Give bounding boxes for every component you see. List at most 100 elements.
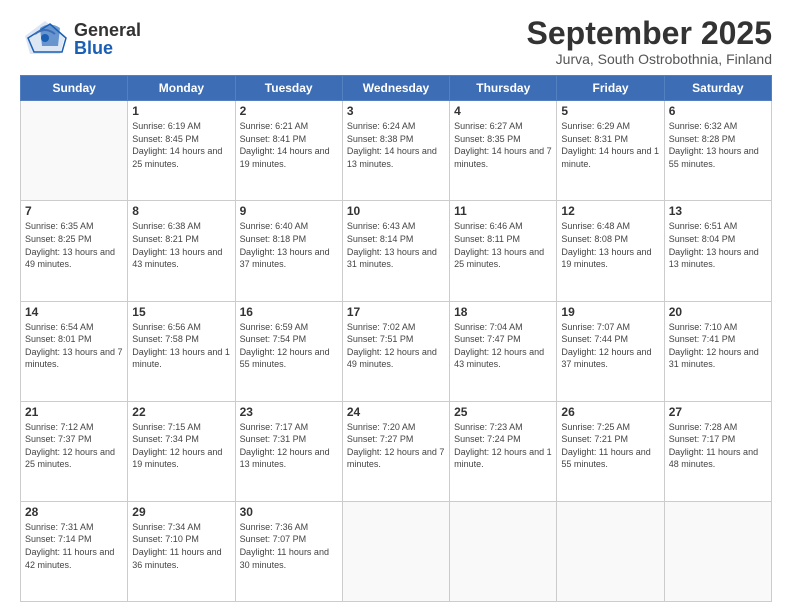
- month-title: September 2025: [527, 16, 772, 51]
- table-row: 29 Sunrise: 7:34 AM Sunset: 7:10 PM Dayli…: [128, 501, 235, 601]
- day-number: 21: [25, 405, 123, 419]
- day-number: 30: [240, 505, 338, 519]
- table-row: 8Sunrise: 6:38 AM Sunset: 8:21 PM Daylig…: [128, 201, 235, 301]
- day-info: Sunrise: 6:29 AM Sunset: 8:31 PM Dayligh…: [561, 120, 659, 170]
- day-info: Sunrise: 6:32 AM Sunset: 8:28 PM Dayligh…: [669, 120, 767, 170]
- day-info: Sunrise: 6:19 AM Sunset: 8:45 PM Dayligh…: [132, 120, 230, 170]
- calendar-week-row: 28Sunrise: 7:31 AM Sunset: 7:14 PM Dayli…: [21, 501, 772, 601]
- day-number: 25: [454, 405, 552, 419]
- day-info: Sunrise: 7:25 AM Sunset: 7:21 PM Dayligh…: [561, 421, 659, 471]
- day-number: 7: [25, 204, 123, 218]
- day-info: Sunrise: 7:34 AM Sunset: 7:10 PM Dayligh…: [132, 521, 230, 571]
- logo-general-text: General: [74, 21, 141, 39]
- day-number: 14: [25, 305, 123, 319]
- day-info: Sunrise: 6:51 AM Sunset: 8:04 PM Dayligh…: [669, 220, 767, 270]
- day-info: Sunrise: 7:23 AM Sunset: 7:24 PM Dayligh…: [454, 421, 552, 471]
- day-number: 26: [561, 405, 659, 419]
- day-info: Sunrise: 6:35 AM Sunset: 8:25 PM Dayligh…: [25, 220, 123, 270]
- calendar-table: Sunday Monday Tuesday Wednesday Thursday…: [20, 75, 772, 602]
- logo-text: General Blue: [74, 21, 141, 57]
- day-info: Sunrise: 7:28 AM Sunset: 7:17 PM Dayligh…: [669, 421, 767, 471]
- day-number: 2: [240, 104, 338, 118]
- day-info: Sunrise: 7:07 AM Sunset: 7:44 PM Dayligh…: [561, 321, 659, 371]
- day-number: 1: [132, 104, 230, 118]
- col-sunday: Sunday: [21, 76, 128, 101]
- table-row: 12 Sunrise: 6:48 AM Sunset: 8:08 PM Dayli…: [557, 201, 664, 301]
- day-info: Sunrise: 7:12 AM Sunset: 7:37 PM Dayligh…: [25, 421, 123, 471]
- day-number: 3: [347, 104, 445, 118]
- table-row: 14 Sunrise: 6:54 AM Sunset: 8:01 PM Dayli…: [21, 301, 128, 401]
- table-row: 6 Sunrise: 6:32 AM Sunset: 8:28 PM Daylig…: [664, 101, 771, 201]
- day-info: Sunrise: 7:17 AM Sunset: 7:31 PM Dayligh…: [240, 421, 338, 471]
- calendar-week-row: 14 Sunrise: 6:54 AM Sunset: 8:01 PM Dayli…: [21, 301, 772, 401]
- table-row: 26 Sunrise: 7:25 AM Sunset: 7:21 PM Dayli…: [557, 401, 664, 501]
- calendar-week-row: 21 Sunrise: 7:12 AM Sunset: 7:37 PM Dayli…: [21, 401, 772, 501]
- table-row: 10 Sunrise: 6:43 AM Sunset: 8:14 PM Dayli…: [342, 201, 449, 301]
- day-number: 12: [561, 204, 659, 218]
- table-row: 1 Sunrise: 6:19 AM Sunset: 8:45 PM Daylig…: [128, 101, 235, 201]
- day-number: 15: [132, 305, 230, 319]
- col-thursday: Thursday: [450, 76, 557, 101]
- day-number: 13: [669, 204, 767, 218]
- table-row: 17Sunrise: 7:02 AM Sunset: 7:51 PM Dayli…: [342, 301, 449, 401]
- day-info: Sunrise: 6:21 AM Sunset: 8:41 PM Dayligh…: [240, 120, 338, 170]
- table-row: 2 Sunrise: 6:21 AM Sunset: 8:41 PM Daylig…: [235, 101, 342, 201]
- day-number: 24: [347, 405, 445, 419]
- day-number: 6: [669, 104, 767, 118]
- day-info: Sunrise: 7:20 AM Sunset: 7:27 PM Dayligh…: [347, 421, 445, 471]
- table-row: [664, 501, 771, 601]
- day-number: 29: [132, 505, 230, 519]
- col-monday: Monday: [128, 76, 235, 101]
- table-row: [450, 501, 557, 601]
- location-subtitle: Jurva, South Ostrobothnia, Finland: [527, 51, 772, 67]
- day-number: 27: [669, 405, 767, 419]
- table-row: 5Sunrise: 6:29 AM Sunset: 8:31 PM Daylig…: [557, 101, 664, 201]
- day-info: Sunrise: 6:46 AM Sunset: 8:11 PM Dayligh…: [454, 220, 552, 270]
- table-row: 24 Sunrise: 7:20 AM Sunset: 7:27 PM Dayli…: [342, 401, 449, 501]
- table-row: 25 Sunrise: 7:23 AM Sunset: 7:24 PM Dayli…: [450, 401, 557, 501]
- day-info: Sunrise: 6:40 AM Sunset: 8:18 PM Dayligh…: [240, 220, 338, 270]
- day-number: 17: [347, 305, 445, 319]
- day-number: 4: [454, 104, 552, 118]
- day-number: 23: [240, 405, 338, 419]
- col-saturday: Saturday: [664, 76, 771, 101]
- day-info: Sunrise: 7:15 AM Sunset: 7:34 PM Dayligh…: [132, 421, 230, 471]
- day-info: Sunrise: 7:10 AM Sunset: 7:41 PM Dayligh…: [669, 321, 767, 371]
- day-info: Sunrise: 7:04 AM Sunset: 7:47 PM Dayligh…: [454, 321, 552, 371]
- table-row: 30Sunrise: 7:36 AM Sunset: 7:07 PM Dayli…: [235, 501, 342, 601]
- day-info: Sunrise: 6:43 AM Sunset: 8:14 PM Dayligh…: [347, 220, 445, 270]
- table-row: 27 Sunrise: 7:28 AM Sunset: 7:17 PM Dayli…: [664, 401, 771, 501]
- logo-blue-text: Blue: [74, 39, 141, 57]
- table-row: [21, 101, 128, 201]
- day-number: 10: [347, 204, 445, 218]
- day-info: Sunrise: 6:27 AM Sunset: 8:35 PM Dayligh…: [454, 120, 552, 170]
- table-row: 22Sunrise: 7:15 AM Sunset: 7:34 PM Dayli…: [128, 401, 235, 501]
- day-info: Sunrise: 6:38 AM Sunset: 8:21 PM Dayligh…: [132, 220, 230, 270]
- table-row: 28Sunrise: 7:31 AM Sunset: 7:14 PM Dayli…: [21, 501, 128, 601]
- calendar-body: 1 Sunrise: 6:19 AM Sunset: 8:45 PM Daylig…: [21, 101, 772, 602]
- table-row: 3Sunrise: 6:24 AM Sunset: 8:38 PM Daylig…: [342, 101, 449, 201]
- table-row: 13 Sunrise: 6:51 AM Sunset: 8:04 PM Dayli…: [664, 201, 771, 301]
- table-row: 21 Sunrise: 7:12 AM Sunset: 7:37 PM Dayli…: [21, 401, 128, 501]
- table-row: 19Sunrise: 7:07 AM Sunset: 7:44 PM Dayli…: [557, 301, 664, 401]
- table-row: [557, 501, 664, 601]
- day-number: 9: [240, 204, 338, 218]
- day-info: Sunrise: 6:54 AM Sunset: 8:01 PM Dayligh…: [25, 321, 123, 371]
- day-number: 16: [240, 305, 338, 319]
- table-row: 15 Sunrise: 6:56 AM Sunset: 7:58 PM Dayli…: [128, 301, 235, 401]
- col-friday: Friday: [557, 76, 664, 101]
- table-row: 20 Sunrise: 7:10 AM Sunset: 7:41 PM Dayli…: [664, 301, 771, 401]
- logo: General Blue: [20, 16, 141, 61]
- calendar-week-row: 7 Sunrise: 6:35 AM Sunset: 8:25 PM Daylig…: [21, 201, 772, 301]
- page: General Blue September 2025 Jurva, South…: [0, 0, 792, 612]
- table-row: 4 Sunrise: 6:27 AM Sunset: 8:35 PM Daylig…: [450, 101, 557, 201]
- col-tuesday: Tuesday: [235, 76, 342, 101]
- day-info: Sunrise: 6:59 AM Sunset: 7:54 PM Dayligh…: [240, 321, 338, 371]
- day-info: Sunrise: 6:48 AM Sunset: 8:08 PM Dayligh…: [561, 220, 659, 270]
- table-row: 11Sunrise: 6:46 AM Sunset: 8:11 PM Dayli…: [450, 201, 557, 301]
- table-row: 16 Sunrise: 6:59 AM Sunset: 7:54 PM Dayli…: [235, 301, 342, 401]
- title-block: September 2025 Jurva, South Ostrobothnia…: [527, 16, 772, 67]
- day-info: Sunrise: 7:31 AM Sunset: 7:14 PM Dayligh…: [25, 521, 123, 571]
- day-info: Sunrise: 6:56 AM Sunset: 7:58 PM Dayligh…: [132, 321, 230, 371]
- day-number: 20: [669, 305, 767, 319]
